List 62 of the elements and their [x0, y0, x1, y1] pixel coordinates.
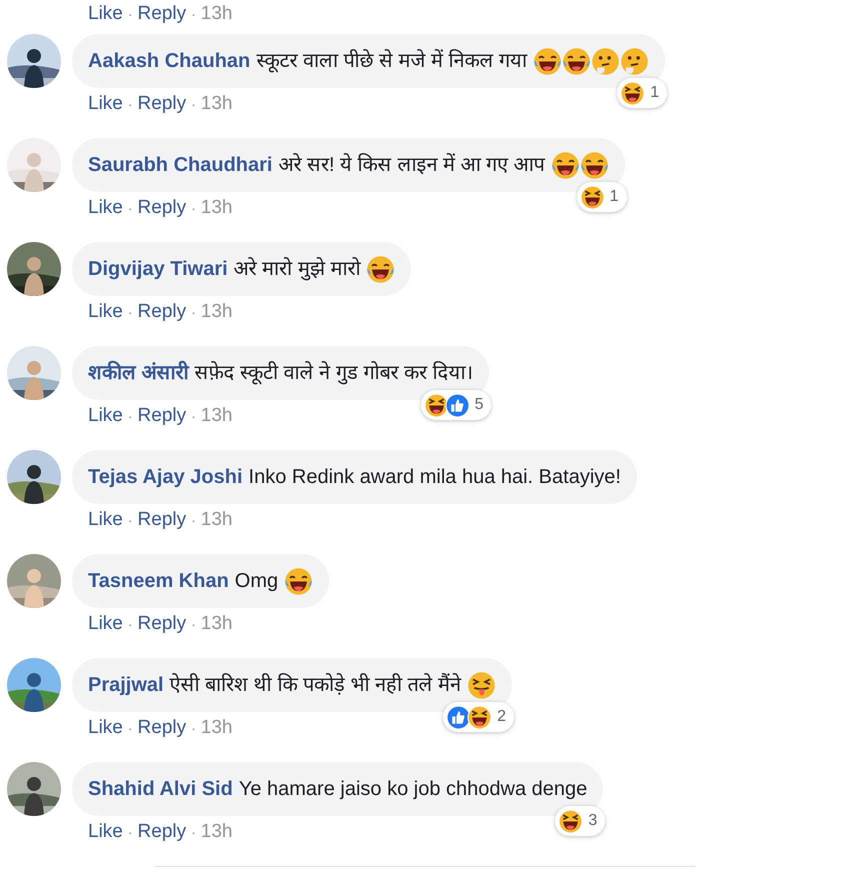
action-link[interactable]: Reply — [138, 506, 186, 534]
author-name-link[interactable]: Prajjwal — [88, 670, 164, 700]
author-name-link[interactable]: Aakash Chauhan — [88, 46, 250, 76]
comment-text: स्कूटर वाला पीछे से मजे में निकल गया — [256, 48, 528, 74]
separator-dot: · — [128, 510, 133, 530]
separator-dot: · — [191, 4, 196, 24]
action-link[interactable]: Reply — [138, 818, 186, 846]
separator-dot: · — [191, 198, 196, 218]
action-link[interactable]: Reply — [138, 0, 186, 28]
separator-dot: · — [191, 94, 196, 114]
author-name-link[interactable]: Tejas Ajay Joshi — [88, 462, 243, 492]
author-name-link[interactable]: Tasneem Khan — [88, 566, 229, 596]
separator-dot: · — [128, 302, 133, 322]
action-link[interactable]: Like — [88, 194, 123, 222]
author-name-link[interactable]: शकील अंसारी — [88, 358, 189, 388]
comment-text: अरे सर! ये किस लाइन में आ गए आप — [278, 152, 544, 178]
comment-text: अरे मारो मुझे मारो — [234, 256, 360, 282]
comment-text: Omg — [234, 569, 278, 594]
action-link[interactable]: Like — [88, 506, 123, 534]
action-link[interactable]: Reply — [138, 298, 186, 326]
author-name-link[interactable]: Shahid Alvi Sid — [88, 774, 233, 804]
action-link[interactable]: Like — [88, 402, 123, 430]
comment-text: Inko Redink award mila hua hai. Batayiye! — [248, 465, 621, 490]
separator-dot: · — [128, 614, 133, 634]
reaction-count: 3 — [588, 811, 598, 831]
action-link[interactable]: Reply — [138, 402, 186, 430]
separator-dot: · — [191, 822, 196, 842]
author-name-link[interactable]: Saurabh Chaudhari — [88, 150, 272, 180]
reaction-count: 5 — [474, 395, 484, 415]
separator-dot: · — [128, 822, 133, 842]
reaction-badge[interactable]: 5 — [420, 390, 492, 420]
action-link[interactable]: Like — [88, 610, 123, 638]
action-link[interactable]: Like — [88, 90, 123, 118]
action-link[interactable]: Like — [88, 714, 123, 742]
action-link[interactable]: Reply — [138, 194, 186, 222]
separator-dot: · — [128, 4, 133, 24]
action-link[interactable]: Like — [88, 0, 123, 28]
reaction-badge[interactable]: 2 — [443, 702, 514, 732]
separator-dot: · — [128, 198, 133, 218]
reaction-badge[interactable]: 3 — [555, 806, 606, 836]
separator-dot: · — [128, 406, 133, 426]
separator-dot: · — [191, 614, 196, 634]
separator-dot: · — [191, 718, 196, 738]
action-link[interactable]: Like — [88, 818, 123, 846]
reaction-badge[interactable]: 1 — [617, 78, 668, 108]
action-link[interactable]: Reply — [138, 714, 186, 742]
action-link[interactable]: Like — [88, 298, 123, 326]
separator-dot: · — [191, 302, 196, 322]
action-link[interactable]: Reply — [138, 90, 186, 118]
reaction-count: 2 — [497, 707, 506, 727]
comment-text: ऐसी बारिश थी कि पकोड़े भी नही तले मैंने — [170, 672, 462, 698]
reaction-badge[interactable]: 1 — [576, 182, 626, 212]
separator-dot: · — [128, 94, 133, 114]
separator-dot: · — [191, 406, 196, 426]
reaction-count: 1 — [610, 187, 618, 207]
action-link[interactable]: Reply — [138, 610, 186, 638]
reaction-count: 1 — [650, 83, 660, 103]
comment-text: Ye hamare jaiso ko job chhodwa denge — [238, 777, 588, 802]
separator-dot: · — [191, 510, 196, 530]
author-name-link[interactable]: Digvijay Tiwari — [88, 254, 228, 284]
separator-dot: · — [128, 718, 133, 738]
comment-text: सफ़ेद स्कूटी वाले ने गुड गोबर कर दिया। — [194, 360, 474, 386]
